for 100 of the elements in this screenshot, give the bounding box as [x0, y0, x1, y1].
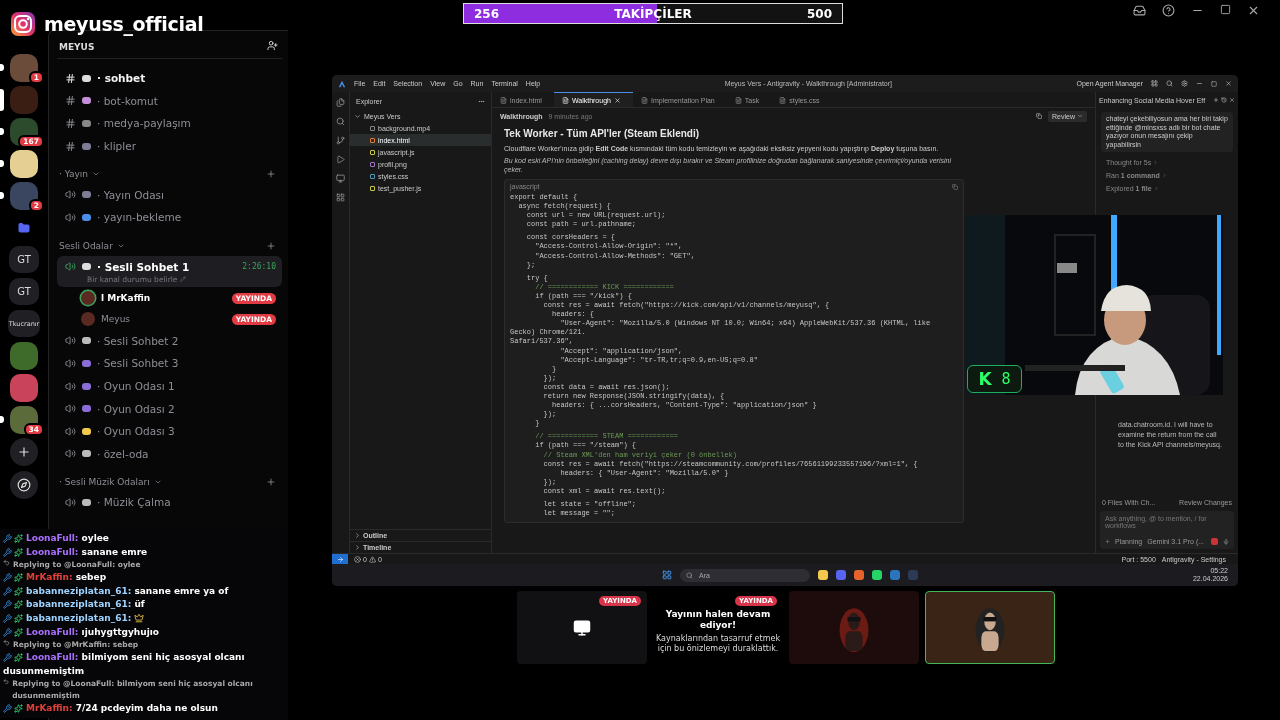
- chat-message: LoonaFull: bilmiyom seni hiç asosyal olcanı dusunmemiştim: [3, 651, 246, 678]
- speaker-icon: [65, 496, 76, 508]
- channel-emoji-icon: [82, 382, 91, 390]
- folder-icon[interactable]: [818, 570, 828, 580]
- sparkle-icon: [14, 600, 23, 610]
- branch-icon[interactable]: [336, 136, 345, 145]
- server-icon[interactable]: [10, 405, 38, 434]
- close-icon[interactable]: [1247, 4, 1260, 17]
- text-channel[interactable]: · sohbet: [57, 67, 282, 90]
- participant-tile[interactable]: [789, 591, 919, 664]
- add-icon[interactable]: [1105, 539, 1110, 544]
- app-logo-icon: [338, 79, 346, 88]
- chevron-icon: [1153, 160, 1159, 166]
- voice-channel[interactable]: · Oyun Odası 2: [57, 397, 282, 420]
- channel-emoji-icon: [82, 142, 91, 150]
- channel-emoji-icon: [82, 427, 91, 435]
- hash-icon: [65, 140, 76, 152]
- voice-channel[interactable]: · Sesli Sohbet 2: [57, 329, 282, 353]
- voice-channel[interactable]: · Oyun Odası 3: [57, 419, 282, 443]
- search-icon: [686, 571, 693, 579]
- monitor-icon[interactable]: [336, 174, 345, 183]
- document-icon: [640, 96, 648, 104]
- extensions-icon[interactable]: [336, 193, 345, 202]
- server-icon[interactable]: [10, 53, 38, 82]
- maximize-icon[interactable]: [1211, 80, 1217, 87]
- mic-icon[interactable]: [1223, 538, 1229, 545]
- remote-button[interactable]: [332, 554, 348, 564]
- inbox-icon[interactable]: [1133, 4, 1146, 17]
- discover-button[interactable]: [10, 471, 38, 499]
- voice-channel[interactable]: · Oyun Odası 1: [57, 374, 282, 398]
- wrench-icon: [3, 704, 12, 714]
- channel-emoji-icon: [82, 213, 91, 221]
- speaker-icon: [65, 357, 76, 369]
- speaker-icon: [65, 189, 76, 201]
- add-icon: [266, 169, 276, 180]
- start-icon[interactable]: [662, 570, 672, 580]
- wrench-icon: [3, 547, 12, 557]
- invite-icon[interactable]: [267, 40, 278, 51]
- hash-icon: [65, 118, 76, 129]
- add-server-button[interactable]: [10, 438, 38, 466]
- add-icon: [266, 240, 276, 251]
- participant-tile[interactable]: [925, 591, 1055, 664]
- server-icon[interactable]: [10, 181, 38, 210]
- document-icon: [500, 96, 507, 104]
- voice-channel[interactable]: · Müzik Çalma: [57, 491, 282, 514]
- channel-emoji-icon: [82, 498, 91, 506]
- layout-icon[interactable]: [1151, 80, 1158, 87]
- help-icon[interactable]: [1162, 4, 1175, 17]
- minimize-icon[interactable]: [1196, 80, 1203, 87]
- server-icon[interactable]: GT: [9, 278, 39, 305]
- sparkle-icon: [14, 704, 23, 714]
- voice-channel[interactable]: · Sesli Sohbet 3: [57, 352, 282, 375]
- follower-count: 8: [1001, 370, 1011, 388]
- channel-emoji-icon: [82, 450, 91, 458]
- text-channel[interactable]: · klipler: [57, 134, 282, 158]
- game-store-icon[interactable]: [890, 570, 900, 580]
- add-icon[interactable]: [1213, 97, 1219, 103]
- error-icon: [354, 555, 361, 563]
- caret-icon: [1077, 113, 1083, 119]
- doc-heading: Tek Worker - Tüm API'ler (Steam Eklendi): [504, 128, 701, 139]
- document-icon: [561, 96, 569, 104]
- channel-category[interactable]: · Yayın: [57, 165, 282, 184]
- copy-icon[interactable]: [1036, 113, 1043, 119]
- history-icon[interactable]: [1221, 97, 1227, 103]
- text-channel[interactable]: · bot-komut: [57, 89, 282, 113]
- message-app-icon[interactable]: [872, 570, 882, 580]
- arrow-icon: [336, 555, 344, 563]
- speaker-icon: [65, 335, 76, 347]
- paused-title: Yayının halen devam ediyor!: [664, 609, 772, 631]
- user-name: l MrKaffin: [101, 293, 151, 304]
- voice-channel[interactable]: · özel-oda: [57, 442, 282, 466]
- settings-icon[interactable]: [1181, 80, 1188, 87]
- wrench-icon: [3, 573, 12, 583]
- sparkle-icon: [14, 653, 23, 663]
- voice-channel[interactable]: · yayın-bekleme: [57, 205, 282, 229]
- files-icon[interactable]: [336, 98, 345, 107]
- close-icon[interactable]: [613, 96, 621, 104]
- channel-emoji-icon: [82, 337, 91, 345]
- close-icon[interactable]: [1229, 97, 1235, 103]
- compass-icon: [17, 478, 31, 492]
- search-icon[interactable]: [1166, 80, 1173, 87]
- text-channel[interactable]: · medya-paylaşım: [57, 112, 282, 135]
- channel-category[interactable]: Sesli Odalar: [57, 236, 282, 255]
- browser-icon[interactable]: [854, 570, 864, 580]
- server-name[interactable]: MEYUS: [59, 42, 95, 52]
- server-icon[interactable]: GT: [9, 246, 39, 273]
- maximize-icon[interactable]: [1220, 4, 1231, 15]
- channel-emoji-icon: [82, 191, 91, 199]
- close-icon[interactable]: [1225, 80, 1232, 87]
- channel-category[interactable]: · Sesli Müzik Odaları: [57, 473, 282, 492]
- search-icon[interactable]: [336, 117, 345, 126]
- server-icon[interactable]: [10, 149, 38, 178]
- paused-text: Kaynaklarından tasarruf etmek için bu önizlemeyi duraklattık.: [655, 634, 781, 654]
- chat-app-icon[interactable]: [836, 570, 846, 580]
- reply-icon: [3, 559, 10, 567]
- run-icon[interactable]: [336, 155, 345, 164]
- reply-icon: [3, 678, 10, 686]
- voice-channel[interactable]: · Yayın Odası: [57, 183, 282, 206]
- hash-icon: [65, 95, 76, 107]
- folder-icon[interactable]: [18, 221, 30, 234]
